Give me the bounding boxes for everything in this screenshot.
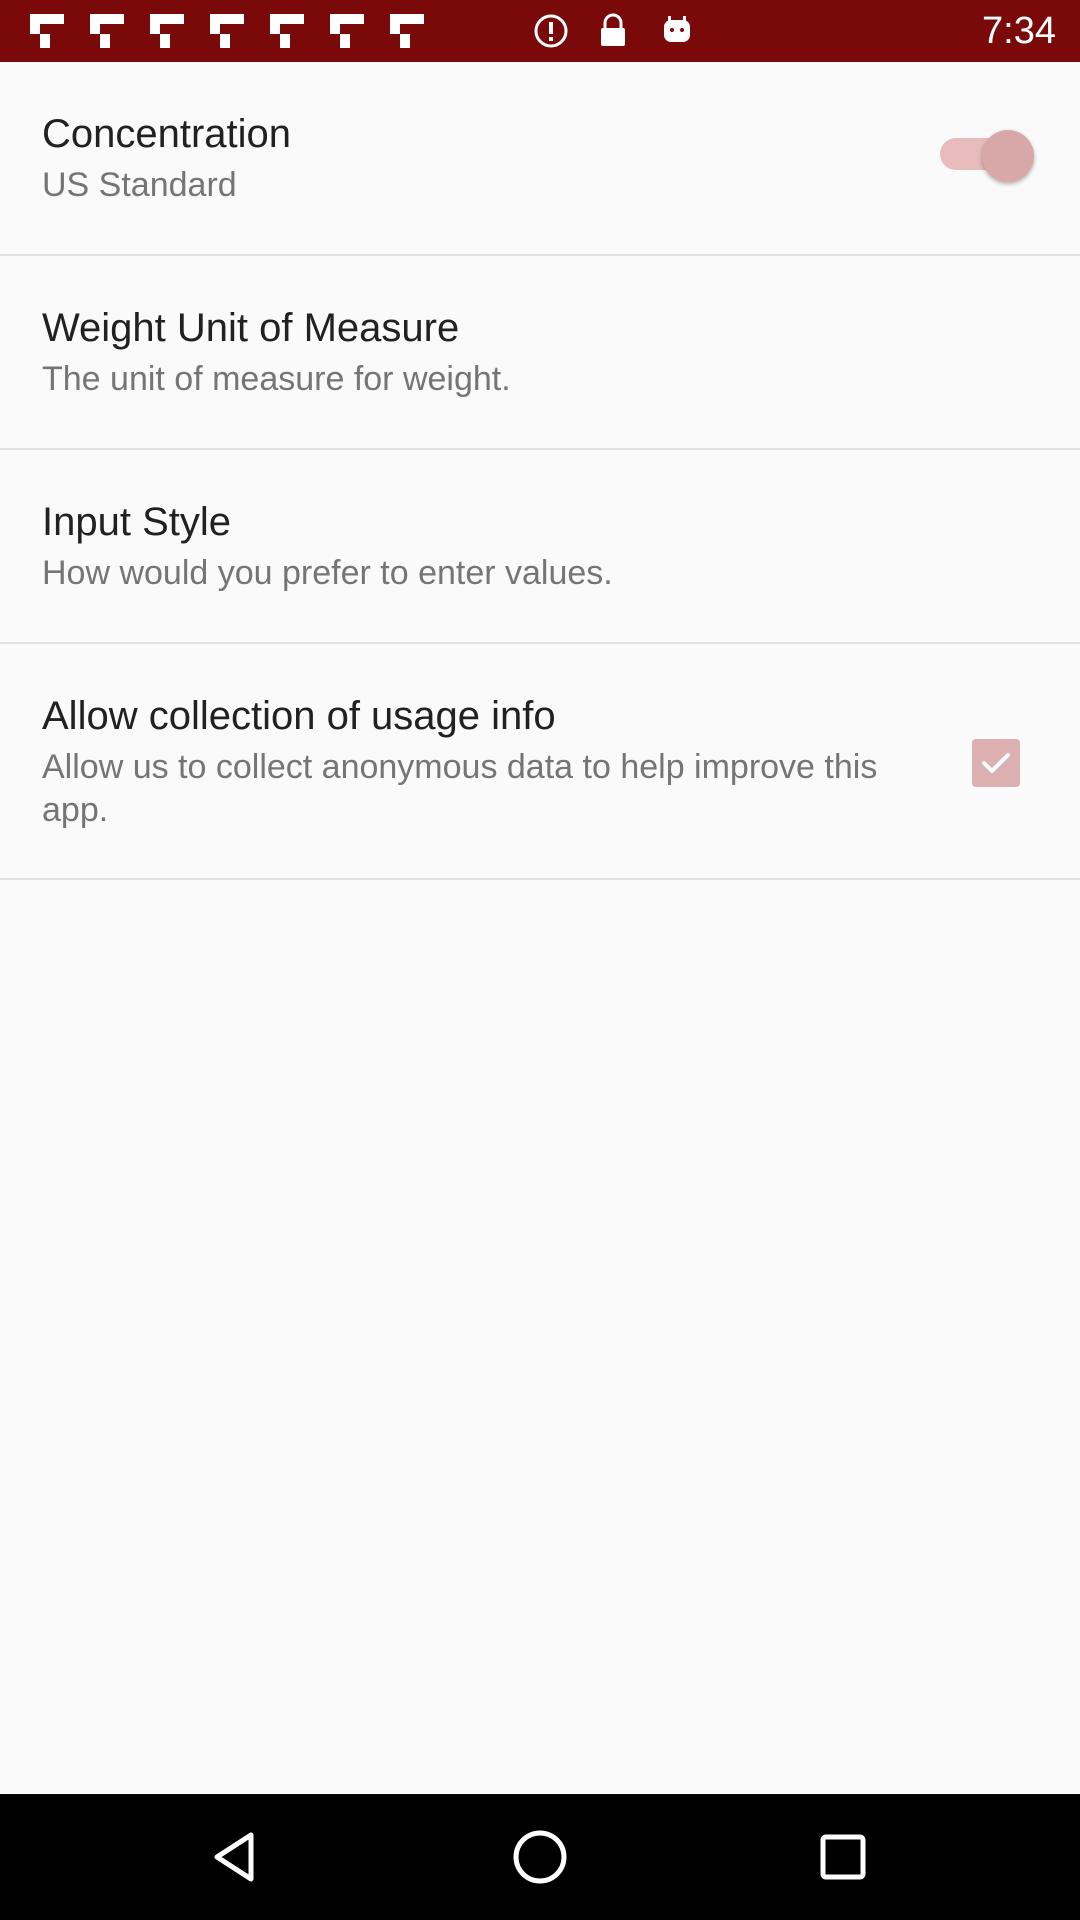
recents-icon[interactable] (807, 1821, 879, 1893)
home-icon[interactable] (504, 1821, 576, 1893)
android-icon (664, 16, 690, 42)
flipboard-icon (90, 14, 124, 48)
flipboard-icon (150, 14, 184, 48)
status-bar: 7:34 (0, 0, 1080, 62)
setting-concentration[interactable]: Concentration US Standard (0, 62, 1080, 256)
flipboard-icon (270, 14, 304, 48)
setting-usage-info[interactable]: Allow collection of usage info Allow us … (0, 644, 1080, 880)
setting-subtitle: US Standard (42, 166, 237, 204)
navigation-bar (0, 1794, 1080, 1920)
switch-thumb (982, 130, 1034, 182)
info-icon (534, 14, 568, 48)
flipboard-icon (330, 14, 364, 48)
concentration-switch[interactable] (936, 130, 1034, 182)
flipboard-icon (390, 14, 424, 48)
setting-weight-unit[interactable]: Weight Unit of Measure The unit of measu… (0, 256, 1080, 450)
setting-subtitle: The unit of measure for weight. (42, 360, 511, 398)
setting-subtitle: Allow us to collect anonymous data to he… (42, 748, 878, 829)
setting-subtitle: How would you prefer to enter values. (42, 554, 613, 592)
status-time: 7:34 (982, 10, 1056, 52)
settings-list: Concentration US Standard Weight Unit of… (0, 62, 1080, 880)
setting-title: Allow collection of usage info (42, 694, 556, 738)
usage-info-checkbox[interactable] (972, 739, 1020, 787)
setting-title: Concentration (42, 112, 292, 156)
flipboard-icon (210, 14, 244, 48)
check-icon (982, 753, 1010, 773)
back-icon[interactable] (201, 1821, 273, 1893)
setting-title: Weight Unit of Measure (42, 306, 460, 350)
setting-input-style[interactable]: Input Style How would you prefer to ente… (0, 450, 1080, 644)
lock-icon (601, 13, 625, 46)
setting-title: Input Style (42, 500, 232, 544)
flipboard-icon (30, 14, 64, 48)
